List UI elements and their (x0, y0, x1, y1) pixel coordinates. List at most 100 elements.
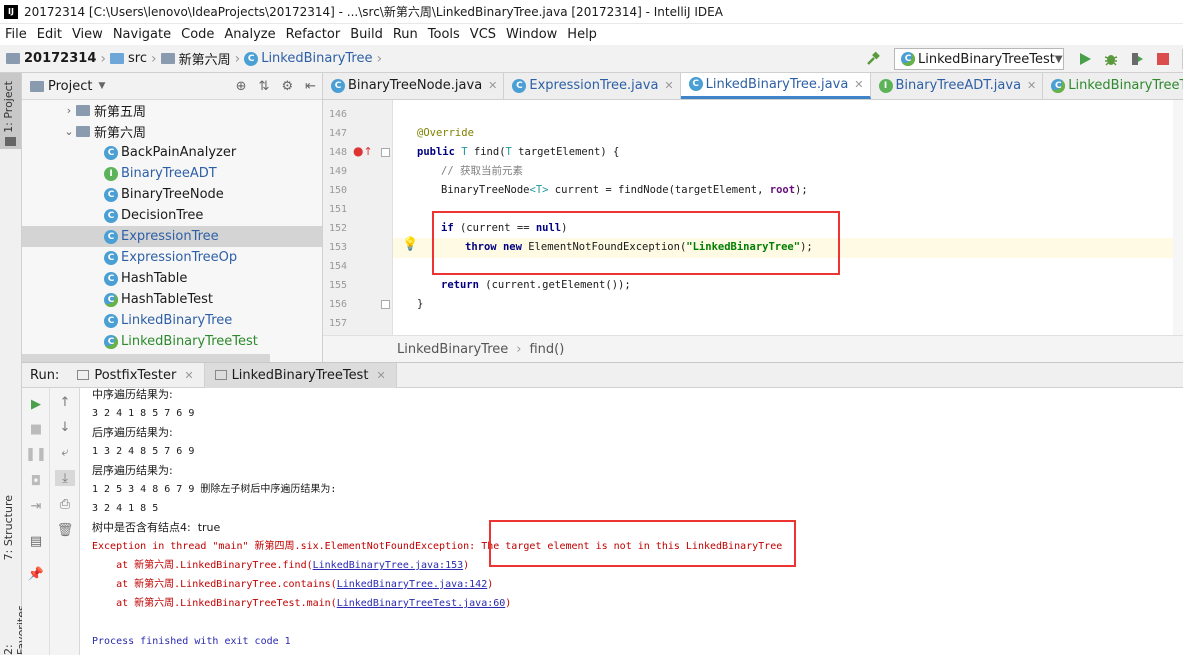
tree-item-hashtable[interactable]: C HashTable (22, 268, 322, 289)
build-hammer-icon[interactable] (865, 51, 881, 67)
chevron-right-icon[interactable]: › (62, 104, 76, 117)
code-line-149: // 获取当前元素 (441, 162, 523, 181)
project-panel-title[interactable]: Project (48, 79, 92, 94)
code-text: } (417, 298, 424, 310)
tab-label: BinaryTreeADT.java (895, 78, 1022, 93)
code-line-156: } (417, 295, 423, 314)
menu-run[interactable]: Run (388, 27, 423, 42)
line-number: 146 (328, 109, 347, 120)
close-icon[interactable]: ✕ (664, 79, 673, 92)
collapse-all-icon[interactable]: ⇅ (259, 79, 270, 94)
line-number: 151 (328, 204, 347, 215)
run-icon[interactable] (1077, 51, 1093, 67)
arrow-up-icon[interactable]: ↑ (57, 394, 73, 410)
intention-bulb-icon[interactable]: 💡 (402, 237, 418, 252)
close-icon[interactable]: ✕ (376, 369, 385, 382)
scroll-to-end-icon[interactable]: ⤓ (55, 470, 75, 486)
rerun-icon[interactable]: ▶ (28, 396, 44, 412)
menu-window[interactable]: Window (501, 27, 562, 42)
menu-refactor[interactable]: Refactor (281, 27, 346, 42)
nav-file[interactable]: LinkedBinaryTree (261, 51, 372, 66)
tab-linkedbinarytree[interactable]: C LinkedBinaryTree.java ✕ (680, 73, 871, 99)
override-method-icon[interactable]: ●↑ (353, 144, 373, 158)
soft-wrap-icon[interactable]: ⤶ (57, 444, 73, 460)
menu-navigate[interactable]: Navigate (108, 27, 176, 42)
line-number: 147 (328, 128, 347, 139)
pause-icon[interactable]: ❚❚ (25, 446, 47, 462)
nav-project[interactable]: 20172314 (24, 51, 96, 66)
run-configuration-select[interactable]: C LinkedBinaryTreeTest ▼ (894, 48, 1064, 70)
editor-scrollbar[interactable] (1173, 100, 1183, 335)
fold-icon[interactable] (381, 300, 390, 309)
print-icon[interactable]: ⎙ (57, 496, 73, 512)
menu-file[interactable]: File (0, 27, 32, 42)
tree-item-expressiontree[interactable]: C ExpressionTree (22, 226, 322, 247)
stack-trace-link[interactable]: LinkedBinaryTreeTest.java:60 (337, 598, 506, 609)
menu-code[interactable]: Code (176, 27, 219, 42)
tree-folder-week5[interactable]: › 新第五周 (22, 100, 322, 121)
close-icon[interactable]: ✕ (1027, 79, 1036, 92)
breadcrumb-class[interactable]: LinkedBinaryTree (397, 342, 508, 357)
tree-item-backpainanalyzer[interactable]: C BackPainAnalyzer (22, 142, 322, 163)
menu-edit[interactable]: Edit (32, 27, 67, 42)
tree-item-binarytreeadt[interactable]: I BinaryTreeADT (22, 163, 322, 184)
tab-linkedbinarytreetest[interactable]: CLinkedBinaryTreeTest.java✕ (1043, 73, 1183, 99)
menu-view[interactable]: View (67, 27, 108, 42)
stop-icon[interactable] (1155, 51, 1171, 67)
breadcrumb-method[interactable]: find() (529, 342, 564, 357)
menu-help[interactable]: Help (562, 27, 602, 42)
pin-icon[interactable]: 📌 (28, 566, 44, 582)
login-icon[interactable]: ⇥ (28, 498, 44, 514)
project-tool-label[interactable]: 1: Project (2, 81, 15, 133)
run-tab-postfixtester[interactable]: PostfixTester ✕ (67, 362, 205, 388)
console-output[interactable]: 中序遍历结果为: 3 2 4 1 8 5 7 6 9 后序遍历结果为: 1 3 … (80, 388, 1183, 655)
close-icon[interactable]: ✕ (854, 78, 863, 91)
fold-icon[interactable] (381, 148, 390, 157)
horizontal-scrollbar[interactable] (22, 354, 270, 362)
tree-item-hashtabletest[interactable]: C HashTableTest (22, 289, 322, 310)
line-number: 154 (328, 261, 347, 272)
close-icon[interactable]: ✕ (488, 79, 497, 92)
locate-target-icon[interactable]: ⊕ (236, 79, 247, 94)
tree-item-linkedbinarytree[interactable]: C LinkedBinaryTree (22, 310, 322, 331)
trash-icon[interactable]: 🗑 (57, 522, 74, 538)
arrow-down-icon[interactable]: ↓ (57, 419, 73, 435)
tree-item-linkedbinarytreetest[interactable]: C LinkedBinaryTreeTest (22, 331, 322, 352)
hide-panel-icon[interactable]: ⇤ (305, 79, 316, 94)
nav-folder[interactable]: 新第六周 (179, 49, 231, 68)
tab-expressiontree[interactable]: C ExpressionTree.java ✕ (504, 73, 681, 99)
tree-item-decisiontree[interactable]: C DecisionTree (22, 205, 322, 226)
tree-item-binarytreenode[interactable]: C BinaryTreeNode (22, 184, 322, 205)
chevron-down-icon[interactable]: ▼ (98, 81, 105, 91)
stop-icon[interactable]: ■ (28, 421, 44, 437)
stack-trace-link[interactable]: LinkedBinaryTree.java:142 (337, 579, 488, 590)
intellij-logo-icon: IJ (4, 4, 18, 19)
menu-build[interactable]: Build (345, 27, 388, 42)
tree-item-expressiontreeop[interactable]: C ExpressionTreeOp (22, 247, 322, 268)
tab-binarytreeadt[interactable]: I BinaryTreeADT.java ✕ (871, 73, 1044, 99)
stack-trace-link[interactable]: LinkedBinaryTree.java:153 (313, 560, 464, 571)
code-editor[interactable]: 146 147 148 149 150 151 152 153 154 155 … (323, 100, 1183, 335)
close-icon[interactable]: ✕ (184, 369, 193, 382)
structure-tool-label[interactable]: 7: Structure (2, 495, 15, 560)
nav-src[interactable]: src (128, 51, 147, 66)
test-class-icon: C (104, 334, 118, 349)
test-class-icon: C (1051, 78, 1066, 93)
exception-prefix: Exception in thread "main" 新第四周.six.Elem… (92, 541, 482, 552)
layout-icon[interactable]: ▤ (28, 533, 44, 549)
class-icon: C (688, 77, 703, 91)
line-number: 156 (328, 299, 347, 310)
menu-tools[interactable]: Tools (423, 27, 465, 42)
chevron-down-icon[interactable]: ⌄ (62, 125, 76, 138)
tab-binarytreenode[interactable]: C BinaryTreeNode.java ✕ (323, 73, 505, 99)
coverage-icon[interactable] (1129, 51, 1145, 67)
code-line-155: return (current.getElement()); (441, 276, 631, 295)
camera-icon[interactable]: ◘ (28, 473, 44, 489)
debug-bug-icon[interactable] (1103, 51, 1119, 67)
run-tab-linkedbinarytreetest[interactable]: LinkedBinaryTreeTest ✕ (204, 362, 397, 388)
tree-folder-week6[interactable]: ⌄ 新第六周 (22, 121, 322, 142)
gear-icon[interactable]: ⚙ (281, 79, 293, 94)
line-number: 153 (328, 242, 347, 253)
menu-vcs[interactable]: VCS (465, 27, 501, 42)
menu-analyze[interactable]: Analyze (219, 27, 280, 42)
